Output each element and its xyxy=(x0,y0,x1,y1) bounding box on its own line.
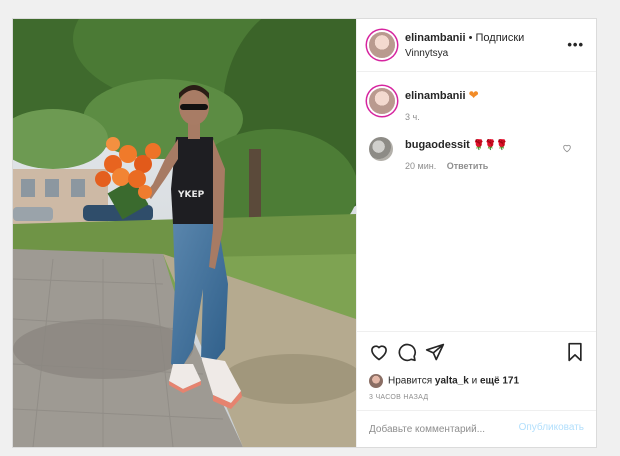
caption-username[interactable]: elinambanii xyxy=(405,90,466,102)
author-avatar[interactable] xyxy=(369,32,395,58)
likes-summary: Нравится yalta_k и ещё 171 xyxy=(369,374,519,388)
likes-count[interactable]: ещё 171 xyxy=(480,376,519,387)
comment-meta: 20 мин. Ответить xyxy=(405,161,488,171)
author-username[interactable]: elinambanii xyxy=(405,32,466,44)
post-timestamp: 3 ЧАСОВ НАЗАД xyxy=(369,394,429,401)
author-line: elinambanii • Подписки xyxy=(405,32,524,44)
separator-dot: • xyxy=(468,32,473,44)
small-heart-icon[interactable] xyxy=(562,143,572,156)
heart-outline-icon[interactable] xyxy=(369,342,389,367)
commenter-avatar[interactable] xyxy=(369,137,393,161)
commenter-username[interactable]: bugaodessit xyxy=(405,139,470,151)
speech-bubble-icon[interactable] xyxy=(397,342,417,367)
comment-input[interactable] xyxy=(367,411,521,447)
liker-avatar[interactable] xyxy=(369,374,383,388)
following-button[interactable]: Подписки xyxy=(476,32,525,44)
reply-button[interactable]: Ответить xyxy=(447,161,489,171)
post-sidebar: elinambanii • Подписки Vinnytsya ••• eli… xyxy=(356,19,596,447)
caption-time: 3 ч. xyxy=(405,112,420,122)
publish-button[interactable]: Опубликовать xyxy=(519,422,584,433)
orange-heart-emoji: ❤ xyxy=(468,88,479,102)
caption-line: elinambanii ❤ xyxy=(405,88,479,102)
comment-time: 20 мин. xyxy=(405,161,437,171)
comment-line: bugaodessit 🌹🌹🌹 xyxy=(405,139,508,151)
bookmark-icon[interactable] xyxy=(566,342,584,367)
likes-prefix: Нравится xyxy=(388,375,433,387)
post-card: YKEP elinambanii • Подписки Vinnytsya ••… xyxy=(12,18,597,448)
likes-and: и xyxy=(471,375,478,387)
post-photo[interactable]: YKEP xyxy=(13,19,356,447)
post-header: elinambanii • Подписки Vinnytsya ••• xyxy=(357,19,596,72)
svg-text:YKEP: YKEP xyxy=(177,190,205,200)
caption-avatar[interactable] xyxy=(369,88,395,114)
post-location[interactable]: Vinnytsya xyxy=(405,48,448,59)
add-comment-bar: Опубликовать xyxy=(357,410,596,447)
liker-username[interactable]: yalta_k xyxy=(435,376,469,387)
photo-image: YKEP xyxy=(13,19,356,447)
paper-plane-icon[interactable] xyxy=(425,342,445,367)
more-options-icon[interactable]: ••• xyxy=(567,37,584,52)
comment-text: 🌹🌹🌹 xyxy=(472,140,508,151)
